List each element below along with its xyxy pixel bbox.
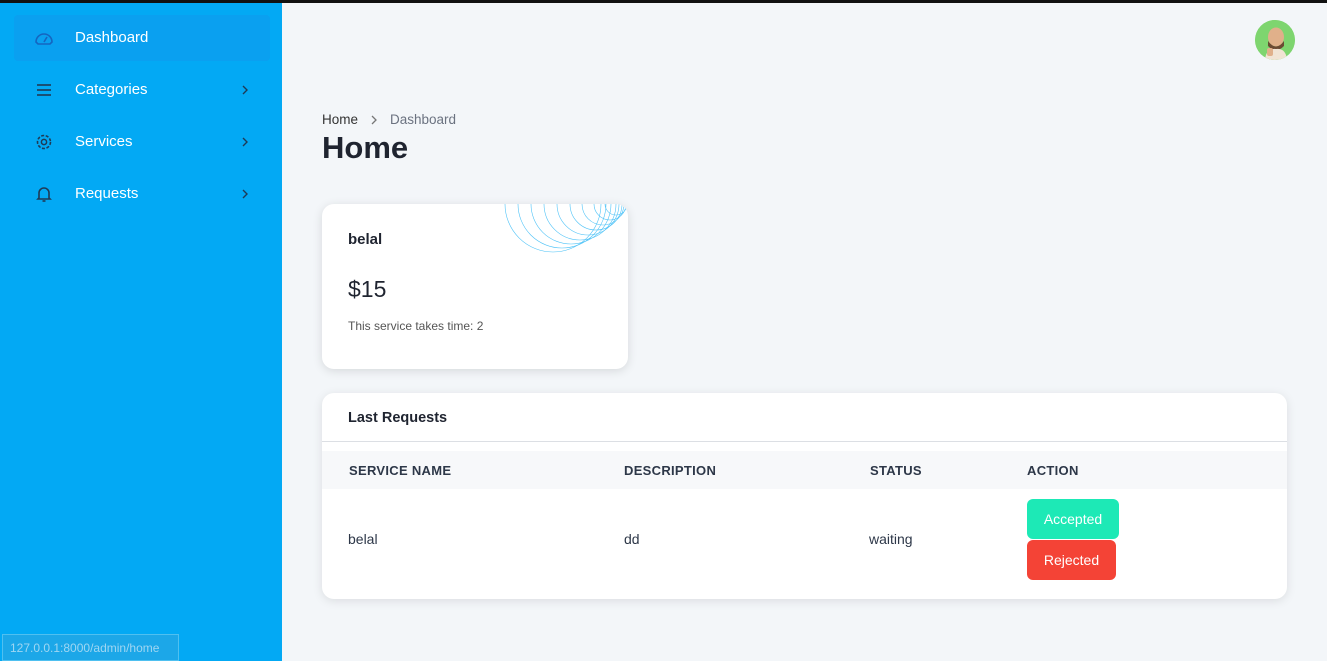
cell-service-name: belal bbox=[348, 531, 378, 547]
chevron-right-icon bbox=[242, 85, 248, 95]
sidebar-item-label: Dashboard bbox=[75, 29, 149, 46]
sidebar-item-label: Services bbox=[75, 133, 133, 150]
page-title: Home bbox=[322, 130, 409, 165]
chevron-right-icon bbox=[371, 115, 377, 124]
sidebar: Dashboard Categories Services Requests bbox=[0, 3, 282, 661]
menu-icon bbox=[37, 84, 51, 96]
table-title: Last Requests bbox=[348, 410, 448, 426]
user-avatar-icon bbox=[1255, 20, 1295, 60]
chevron-right-icon bbox=[242, 189, 248, 199]
breadcrumb-home[interactable]: Home bbox=[322, 112, 358, 127]
service-time: This service takes time: 2 bbox=[348, 319, 484, 333]
accept-button[interactable]: Accepted bbox=[1027, 499, 1119, 539]
breadcrumb-current: Dashboard bbox=[390, 112, 457, 127]
table-header: SERVICE NAME DESCRIPTION STATUS ACTION bbox=[322, 451, 1287, 489]
divider bbox=[322, 441, 1287, 442]
chevron-right-icon bbox=[242, 137, 248, 147]
card-decoration bbox=[504, 204, 628, 253]
sidebar-item-dashboard[interactable]: Dashboard bbox=[14, 15, 270, 61]
breadcrumb: Home Dashboard bbox=[322, 112, 456, 127]
service-card: belal $15 This service takes time: 2 bbox=[322, 204, 628, 369]
sidebar-item-categories[interactable]: Categories bbox=[14, 67, 270, 113]
cell-description: dd bbox=[624, 531, 640, 547]
gear-icon bbox=[36, 134, 52, 150]
column-header: STATUS bbox=[870, 463, 922, 478]
service-name: belal bbox=[348, 231, 383, 248]
column-header: ACTION bbox=[1027, 463, 1079, 478]
service-price: $15 bbox=[348, 276, 387, 302]
status-bar-url: 127.0.0.1:8000/admin/home bbox=[2, 634, 179, 661]
sidebar-item-requests[interactable]: Requests bbox=[14, 171, 270, 217]
last-requests-card: Last Requests SERVICE NAME DESCRIPTION S… bbox=[322, 393, 1287, 599]
cell-status: waiting bbox=[869, 531, 913, 547]
reject-button[interactable]: Rejected bbox=[1027, 540, 1116, 580]
bell-icon bbox=[36, 187, 52, 202]
gauge-icon bbox=[35, 33, 53, 45]
column-header: SERVICE NAME bbox=[349, 463, 452, 478]
sidebar-item-label: Categories bbox=[75, 81, 148, 98]
sidebar-item-services[interactable]: Services bbox=[14, 119, 270, 165]
sidebar-item-label: Requests bbox=[75, 185, 139, 202]
column-header: DESCRIPTION bbox=[624, 463, 717, 478]
avatar[interactable] bbox=[1255, 20, 1295, 60]
